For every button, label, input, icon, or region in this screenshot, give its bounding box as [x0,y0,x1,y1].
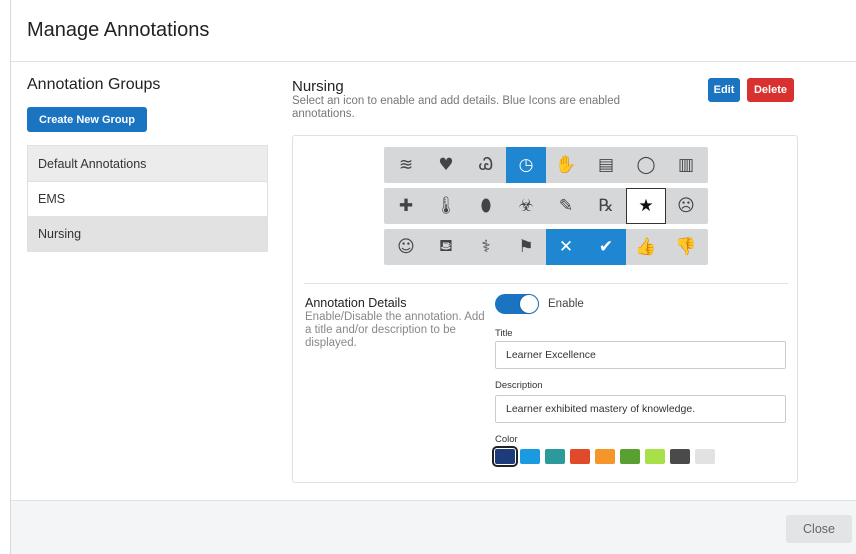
check-mark-icon[interactable]: ✔ [586,229,626,265]
color-swatch[interactable] [570,449,590,464]
group-item-default-annotations[interactable]: Default Annotations [28,146,267,181]
scale-icon[interactable]: ◷ [506,147,546,183]
color-swatch[interactable] [492,446,518,467]
flag-icon[interactable]: ⚑ [506,229,546,265]
biohazard-icon[interactable]: ☣ [506,188,546,224]
color-swatch[interactable] [620,449,640,464]
description-input[interactable] [495,395,786,423]
title-input[interactable] [495,341,786,369]
heart-rate-icon[interactable]: ♥ [426,147,466,183]
modal-footer: Close [11,500,856,554]
title-label: Title [495,328,513,339]
manage-annotations-modal: Manage Annotations Annotation Groups Cre… [10,0,856,554]
prescription-icon[interactable]: ℞ [586,188,626,224]
color-label: Color [495,434,518,445]
annotation-details-heading: Annotation Details [305,296,407,310]
annotation-panel: ≋ ♥ Ꮚ ◷ ✋ ▤ ◯ ▥ ✚ 🌡 ⬮ ☣ ✎ ℞ ★ ☹ ☺ ⛾ ⚕ ⚑ ✕ ✔ 👍 👎 Annotation Deta… [292,135,798,483]
divider [304,283,788,284]
smile-face-icon[interactable]: ☺ [386,229,426,265]
icon-row: ≋ ♥ Ꮚ ◷ ✋ ▤ ◯ ▥ [384,147,708,183]
enable-label: Enable [548,298,584,310]
create-new-group-button[interactable]: Create New Group [27,107,147,132]
frown-face-icon[interactable]: ☹ [666,188,706,224]
group-title: Nursing [292,78,344,95]
doctor-icon[interactable]: ⚕ [466,229,506,265]
icon-row: ☺ ⛾ ⚕ ⚑ ✕ ✔ 👍 👎 [384,229,708,265]
color-swatch[interactable] [595,449,615,464]
toggle-knob [520,295,538,313]
stethoscope-icon[interactable]: Ꮚ [466,147,506,183]
annotation-groups-heading: Annotation Groups [27,76,161,93]
syringe-icon[interactable]: ✎ [546,188,586,224]
hand-icon[interactable]: ✋ [546,147,586,183]
thumbs-up-icon[interactable]: 👍 [626,229,666,265]
modal-title: Manage Annotations [27,19,210,41]
description-label: Description [495,380,543,391]
thumbs-down-icon[interactable]: 👎 [666,229,706,265]
group-item-nursing[interactable]: Nursing [28,216,267,251]
color-swatch[interactable] [695,449,715,464]
edit-group-button[interactable]: Edit [708,78,740,102]
annotation-icon-grid: ≋ ♥ Ꮚ ◷ ✋ ▤ ◯ ▥ ✚ 🌡 ⬮ ☣ ✎ ℞ ★ ☹ ☺ ⛾ ⚕ ⚑ ✕ ✔ 👍 👎 [384,147,708,270]
delete-group-button[interactable]: Delete [747,78,794,102]
breath-icon[interactable]: ≋ [386,147,426,183]
x-mark-icon[interactable]: ✕ [546,229,586,265]
group-item-ems[interactable]: EMS [28,181,267,216]
annotation-details-description: Enable/Disable the annotation. Add a tit… [305,311,485,349]
annotation-group-list: Default Annotations EMS Nursing [27,145,268,252]
group-instructions: Select an icon to enable and add details… [292,95,620,120]
modal-header: Manage Annotations [11,0,856,62]
bandage-icon[interactable]: ▤ [586,147,626,183]
color-swatch[interactable] [645,449,665,464]
thermometer-icon[interactable]: 🌡 [426,188,466,224]
color-swatch[interactable] [545,449,565,464]
color-swatches [492,446,715,467]
icon-row: ✚ 🌡 ⬮ ☣ ✎ ℞ ★ ☹ [384,188,708,224]
clipboard-medical-icon[interactable]: ✚ [386,188,426,224]
close-button[interactable]: Close [786,515,852,543]
barcode-icon[interactable]: ▥ [666,147,706,183]
color-swatch[interactable] [520,449,540,464]
star-icon[interactable]: ★ [626,188,666,224]
hospital-bed-icon[interactable]: ⛾ [426,229,466,265]
enable-toggle[interactable] [495,294,539,314]
color-swatch[interactable] [670,449,690,464]
pills-icon[interactable]: ⬮ [466,188,506,224]
speech-bubble-icon[interactable]: ◯ [626,147,666,183]
